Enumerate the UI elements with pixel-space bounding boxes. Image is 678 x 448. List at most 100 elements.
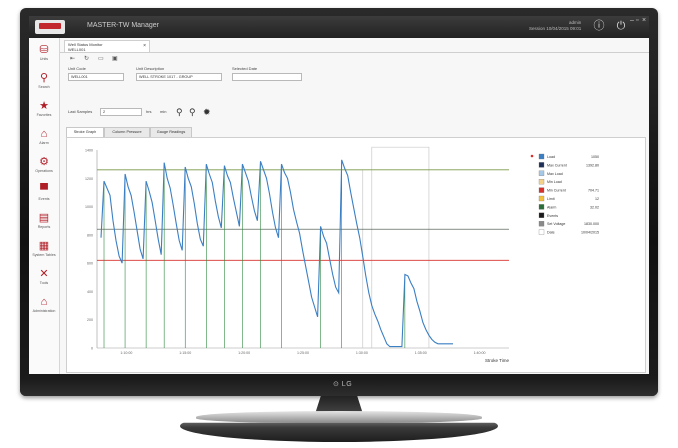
legend-swatch [538,179,545,185]
y-tick-label: 1400 [85,149,93,153]
report-icon: ▤ [38,212,50,224]
legend-active-indicator [530,154,534,158]
gears-icon: ⚙ [39,156,49,168]
table-icon: ▦ [38,240,50,252]
last-samples-input[interactable]: 2 [100,108,142,116]
legend-label: Min Current [547,189,566,193]
sidebar-item-system-tables[interactable]: ▦ System Tables [29,238,59,264]
sidebar-item-label: Favorites [36,113,52,117]
y-tick-label: 400 [87,290,93,294]
sidebar-item-events[interactable]: ▀ Events [29,182,59,208]
legend-label: Min Load [547,180,562,184]
x-tick-label: 1:30:00 [356,351,368,355]
alarm-icon: ⌂ [40,128,48,140]
y-tick-label: 1000 [85,205,93,209]
sidebar: ⛁ Units ⚲ Search ★ Favorites ⌂ Alarm ⚙ O… [29,38,60,374]
print-icon[interactable]: ▣ [112,55,118,62]
sidebar-item-label: Events [38,197,50,201]
sidebar-item-label: Units [39,57,49,61]
x-tick-label: 1:10:00 [120,351,132,355]
sidebar-item-label: Search [38,85,50,89]
sidebar-item-tools[interactable]: ✕ Tools [29,266,59,292]
load-series-line [100,159,453,348]
x-tick-label: 1:40:00 [474,351,486,355]
zoom-in-icon[interactable]: ⚲ [176,107,183,118]
maximize-icon[interactable]: ▫ [636,17,638,24]
x-axis-label: Stroke Time [485,358,510,363]
legend-swatch [538,195,545,202]
x-tick-label: 1:15:00 [179,351,191,355]
close-icon[interactable]: × [642,17,646,24]
monitor-brand-logo: ⊙ LG [333,381,353,388]
y-tick-label: 800 [87,233,93,237]
zoom-out-icon[interactable]: ⚲ [189,107,196,118]
user-info: admin Session 10/04/2015 09:01 [529,20,581,32]
step-boundary-left [97,169,364,349]
sidebar-item-label: Operations [35,169,53,173]
legend-label: Max Current [547,163,567,167]
x-tick-label: 1:25:00 [297,351,309,355]
title-bar: MASTER-TW Manager admin Session 10/04/20… [29,16,649,38]
legend-label: Max Load [547,172,563,176]
y-tick-label: 0 [91,347,93,351]
chat-icon: ▀ [40,184,48,196]
sidebar-item-operations[interactable]: ⚙ Operations [29,154,59,180]
tabstrip-divider [60,52,649,53]
session-info: Session 10/04/2015 09:01 [529,26,582,31]
y-tick-label: 600 [87,262,93,266]
tools-icon: ✕ [39,268,49,280]
y-tick-label: 200 [87,318,93,322]
sidebar-item-label: Alarm [39,141,49,145]
document-tab[interactable]: Well Status Monitor WELL001 × [64,40,150,52]
sidebar-item-administration[interactable]: ⌂ Administration [29,294,59,320]
sidebar-item-units[interactable]: ⛁ Units [29,42,59,68]
legend-label: Events [547,214,558,218]
sidebar-item-alarm[interactable]: ⌂ Alarm [29,126,59,152]
sidebar-item-reports[interactable]: ▤ Reports [29,210,59,236]
sidebar-item-label: Reports [37,225,51,229]
save-icon[interactable]: ▭ [98,55,104,62]
sidebar-item-label: System Tables [32,253,56,257]
screen: MASTER-TW Manager admin Session 10/04/20… [29,16,649,374]
sidebar-item-label: Tools [39,281,49,285]
last-samples-label: Last Samples [68,109,93,114]
step-boundary-right [371,146,430,348]
close-tab-icon[interactable]: × [143,44,146,49]
unit-description-label: Unit Description [136,66,165,71]
search-icon: ⚲ [39,72,49,84]
sidebar-item-search[interactable]: ⚲ Search [29,70,59,96]
legend-label: Limit [547,197,555,201]
power-icon[interactable]: ⏻ [615,20,627,32]
selected-date-label: Selected Date [232,66,258,71]
stroke-chart: 0 200 400 600 800 1000 1200 1400 1:10:00 1:15:00 1… [85,146,599,363]
legend-value: 1830.000 [584,222,599,226]
x-tick-label: 1:35:00 [415,351,427,355]
company-logo [35,20,65,34]
back-icon[interactable]: ⇤ [70,55,75,62]
legend-swatch [538,221,545,227]
legend-swatch [538,229,545,235]
legend-value: 1392.80 [586,163,599,167]
unit-description-field[interactable]: WELL STROKE 1017 - GROUP [136,73,222,81]
hours-label: hrs [146,109,152,114]
selected-date-dropdown[interactable] [232,73,302,81]
admin-icon: ⌂ [40,296,48,308]
legend-value: 32.02 [590,205,599,209]
unit-code-label: Unit Code [68,66,86,71]
legend-swatch [538,153,545,160]
legend-value: 10/04/2015 [581,231,599,235]
help-icon[interactable]: ⓘ [593,20,605,32]
settings-icon[interactable]: ✹ [203,107,211,118]
refresh-icon[interactable]: ↻ [84,55,89,62]
legend-value: 704.71 [588,189,599,193]
monitor-stand-top [196,411,482,423]
legend-label: Set Voltage [547,222,565,226]
database-icon: ⛁ [39,44,49,56]
legend-value: 1050 [591,155,599,159]
legend-swatch [538,212,545,218]
legend-swatch [538,162,545,168]
legend-label: Load [547,155,555,159]
minimize-icon[interactable]: – [630,17,634,24]
unit-code-field[interactable]: WELL001 [68,73,124,81]
sidebar-item-favorites[interactable]: ★ Favorites [29,98,59,124]
